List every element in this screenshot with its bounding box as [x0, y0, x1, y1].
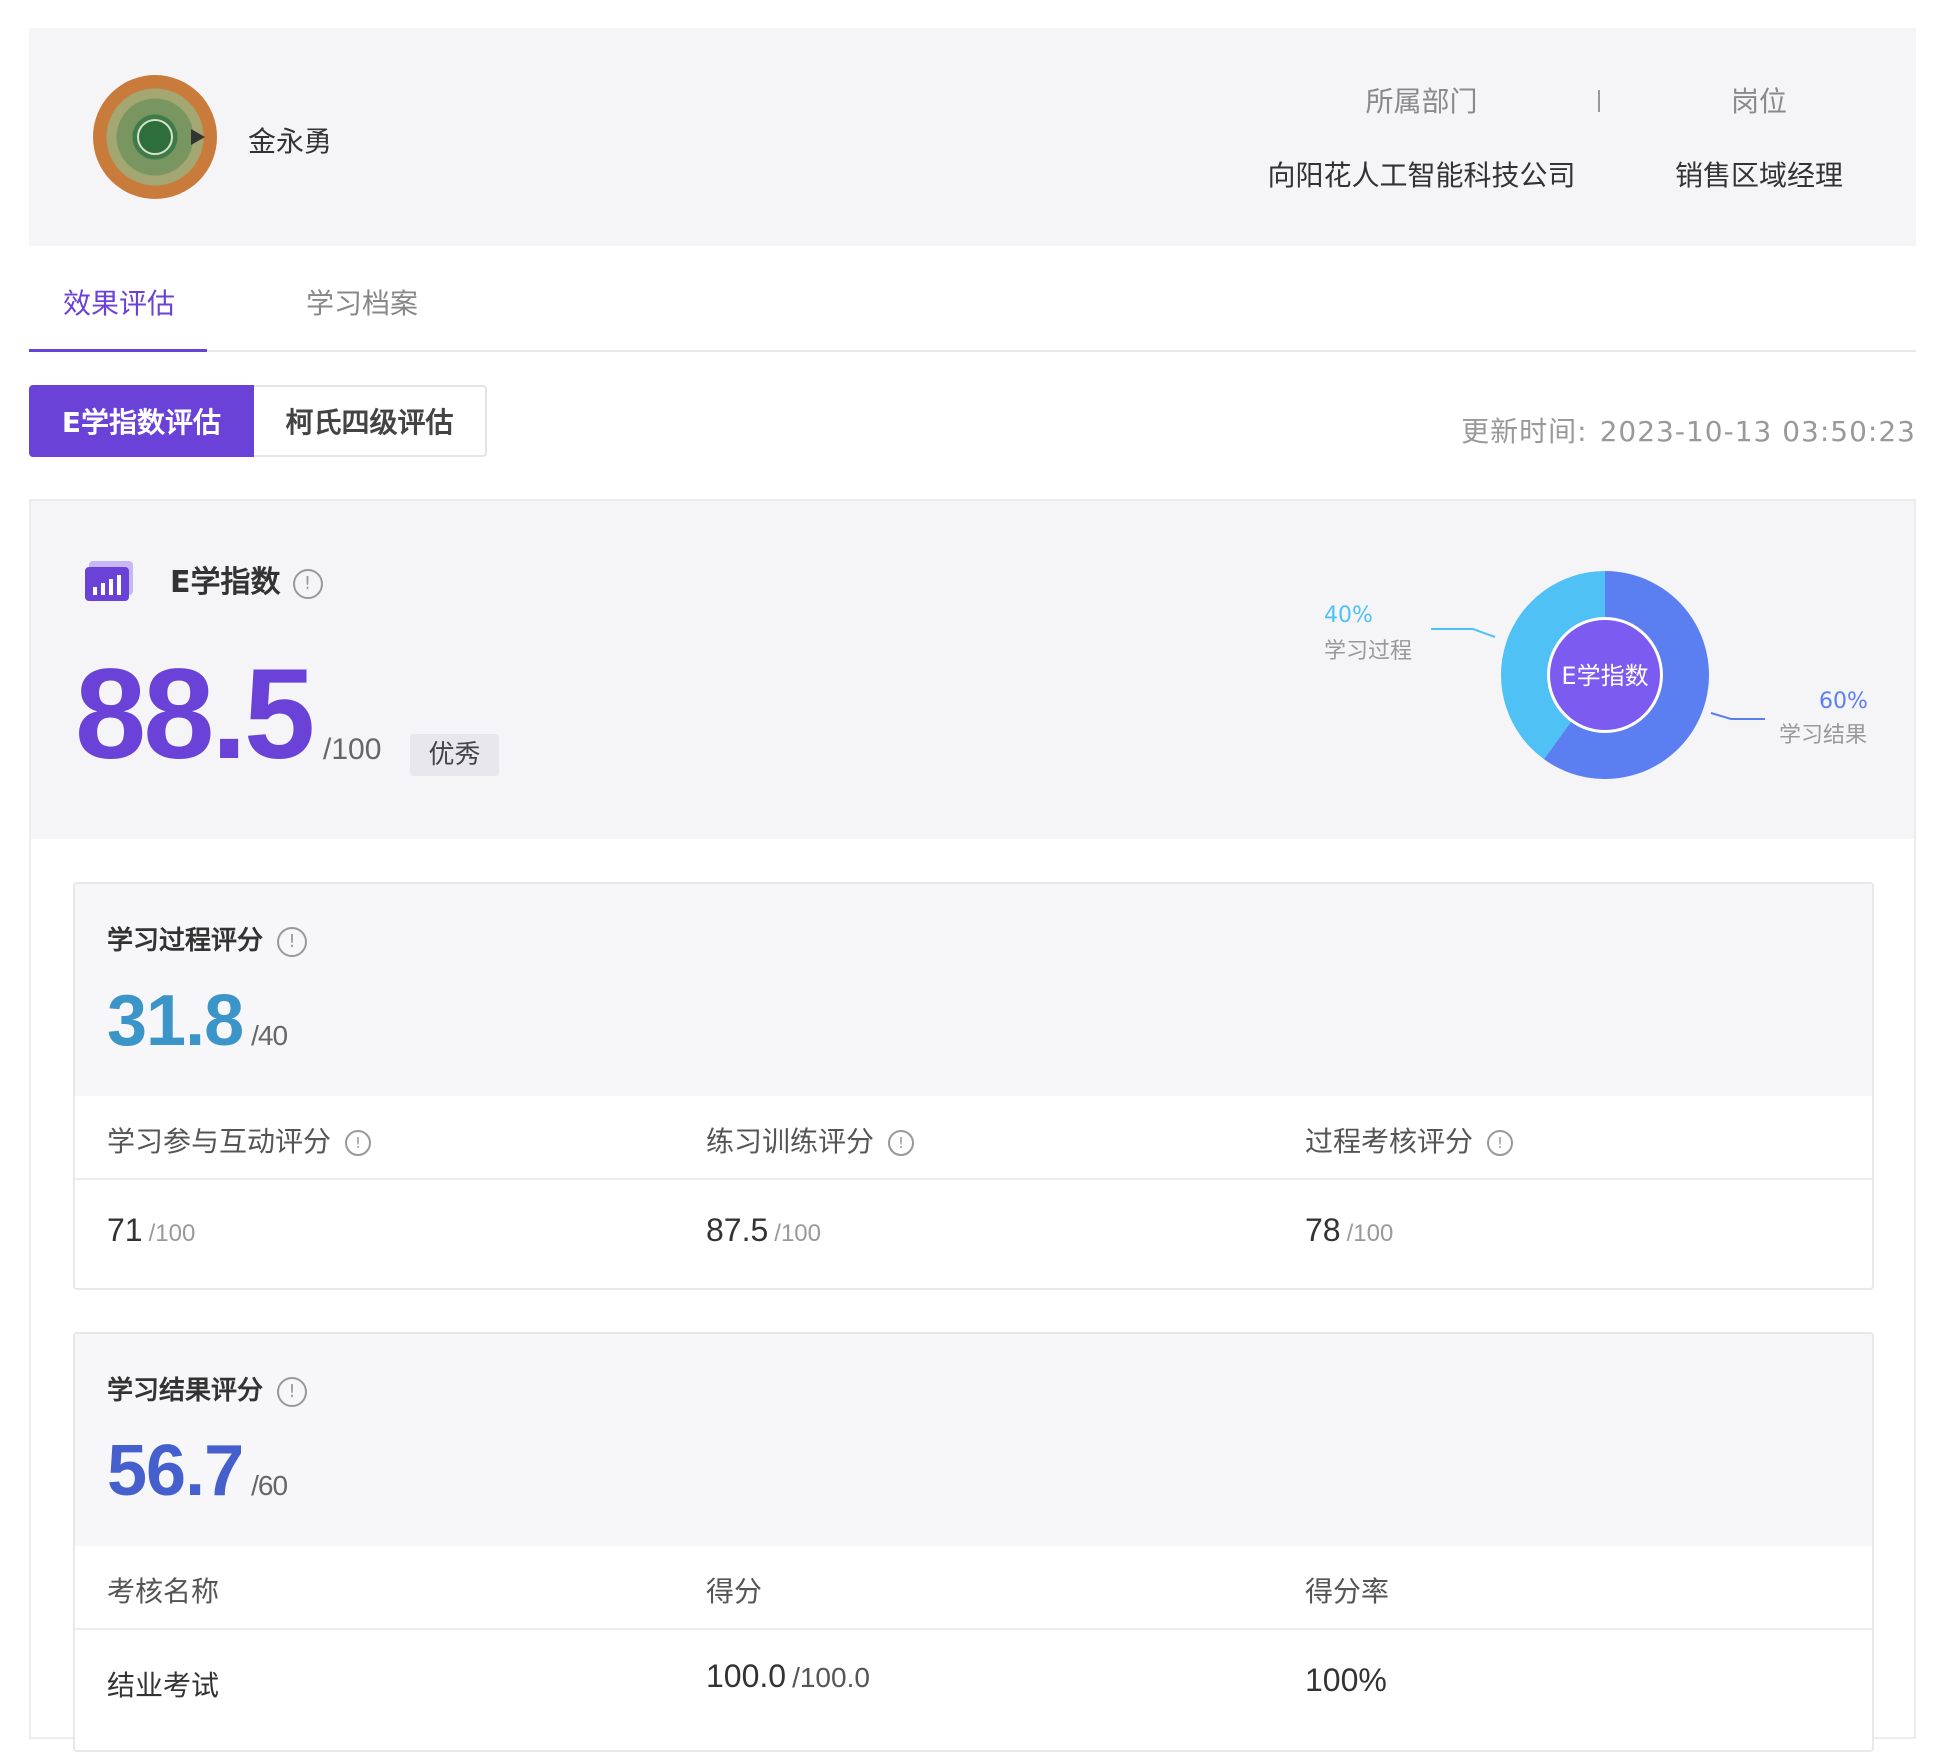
result-col-rate: 得分率 [1305, 1575, 1390, 1608]
segment-e-index[interactable]: E学指数评估 [29, 385, 254, 457]
department-value: 向阳花人工智能科技公司 [1267, 159, 1576, 192]
max: /100 [148, 1220, 196, 1247]
result-score-card: 学习结果评分! 56.7/60 考核名称 得分 得分率 结业考试 100.0/1… [73, 1332, 1874, 1752]
e-index-title-text: E学指数 [170, 565, 281, 600]
process-score-card: 学习过程评分! 31.8/40 学习参与互动评分! 练习训练评分! 过程考核评分… [73, 882, 1874, 1290]
max: /100 [1346, 1220, 1394, 1247]
leader-line-process [1431, 628, 1496, 638]
result-col-score: 得分 [706, 1575, 763, 1608]
process-score-max: /40 [251, 1020, 288, 1051]
e-index-card: E学指数! 88.5 /100 优秀 E学指数 40% 学习过程 60% 学习结… [29, 499, 1916, 1752]
e-index-score: 88.5 [75, 643, 315, 786]
value: 100.0 [706, 1658, 787, 1694]
result-header-row: 考核名称 得分 得分率 [75, 1546, 1872, 1630]
avatar-image-center [137, 119, 173, 155]
process-score-header: 学习过程评分! 31.8/40 [75, 884, 1872, 1096]
process-col-practice-label: 练习训练评分 [706, 1125, 875, 1158]
max: /100.0 [792, 1662, 870, 1693]
info-icon[interactable]: ! [345, 1130, 372, 1156]
process-value-assessment: 78/100 [1305, 1212, 1393, 1249]
info-icon[interactable]: ! [277, 1377, 308, 1407]
e-index-max: /100 [323, 733, 382, 766]
result-score-title: 学习结果评分! [107, 1370, 308, 1407]
e-index-summary: E学指数! 88.5 /100 优秀 E学指数 40% 学习过程 60% 学习结… [31, 501, 1914, 839]
grade-badge: 优秀 [410, 734, 499, 776]
user-name: 金永勇 [248, 125, 333, 158]
result-score-max: /60 [251, 1470, 288, 1501]
update-time: 更新时间: 2023-10-13 03:50:23 [1461, 410, 1916, 450]
process-col-practice: 练习训练评分! [706, 1120, 915, 1160]
main-tabs: 效果评估 学习档案 [29, 252, 1916, 352]
result-score-header: 学习结果评分! 56.7/60 [75, 1334, 1872, 1546]
process-col-interaction-label: 学习参与互动评分 [107, 1125, 332, 1158]
donut-label-process-name: 学习过程 [1324, 639, 1413, 664]
result-row-rate: 100% [1305, 1662, 1387, 1698]
process-header-row: 学习参与互动评分! 练习训练评分! 过程考核评分! [75, 1096, 1872, 1180]
chart-icon [85, 561, 133, 601]
process-score-title: 学习过程评分! [107, 920, 308, 957]
info-icon[interactable]: ! [1487, 1130, 1514, 1156]
tab-effect-evaluation[interactable]: 效果评估 [63, 282, 175, 322]
avatar [93, 75, 217, 199]
profile-header: 金永勇 所属部门 向阳花人工智能科技公司 岗位 销售区域经理 [29, 28, 1916, 246]
process-score: 31.8/40 [107, 980, 288, 1062]
donut-label-process-value: 40% [1324, 603, 1373, 628]
value: 78 [1305, 1212, 1341, 1248]
process-score-title-text: 学习过程评分 [107, 926, 264, 956]
value: 71 [107, 1212, 143, 1248]
process-value-interaction: 71/100 [107, 1212, 195, 1249]
donut-leader-lines [1431, 628, 1765, 720]
update-time-value: 2023-10-13 03:50:23 [1599, 415, 1916, 448]
info-icon[interactable]: ! [277, 927, 308, 957]
position-label: 岗位 [1730, 85, 1787, 118]
info-icon[interactable]: ! [888, 1130, 915, 1156]
result-col-name: 考核名称 [107, 1575, 220, 1608]
result-row-name: 结业考试 [107, 1669, 220, 1702]
process-col-interaction: 学习参与互动评分! [107, 1120, 372, 1160]
position-value: 销售区域经理 [1674, 159, 1843, 192]
process-score-value: 31.8 [107, 981, 244, 1061]
e-index-title: E学指数! [170, 557, 323, 601]
department-label: 所属部门 [1365, 85, 1478, 118]
leader-line-result [1710, 712, 1765, 720]
process-col-assessment: 过程考核评分! [1305, 1120, 1514, 1160]
avatar-arrow-mark [191, 129, 205, 145]
process-value-practice: 87.5/100 [706, 1212, 821, 1249]
result-score: 56.7/60 [107, 1430, 288, 1512]
info-separator [1598, 90, 1600, 112]
result-score-title-text: 学习结果评分 [107, 1376, 264, 1406]
process-col-assessment-label: 过程考核评分 [1305, 1125, 1474, 1158]
info-icon[interactable]: ! [292, 569, 323, 599]
tab-learning-archive[interactable]: 学习档案 [306, 282, 418, 322]
donut-label-result-name: 学习结果 [1779, 723, 1868, 748]
update-time-label: 更新时间: [1461, 415, 1588, 448]
segment-kirkpatrick[interactable]: 柯氏四级评估 [254, 385, 487, 457]
value: 87.5 [706, 1212, 769, 1248]
result-row-score: 100.0/100.0 [706, 1658, 870, 1695]
result-score-value: 56.7 [107, 1431, 244, 1511]
max: /100 [774, 1220, 821, 1247]
active-tab-indicator [29, 349, 207, 352]
donut-label-result-value: 60% [1819, 689, 1868, 714]
